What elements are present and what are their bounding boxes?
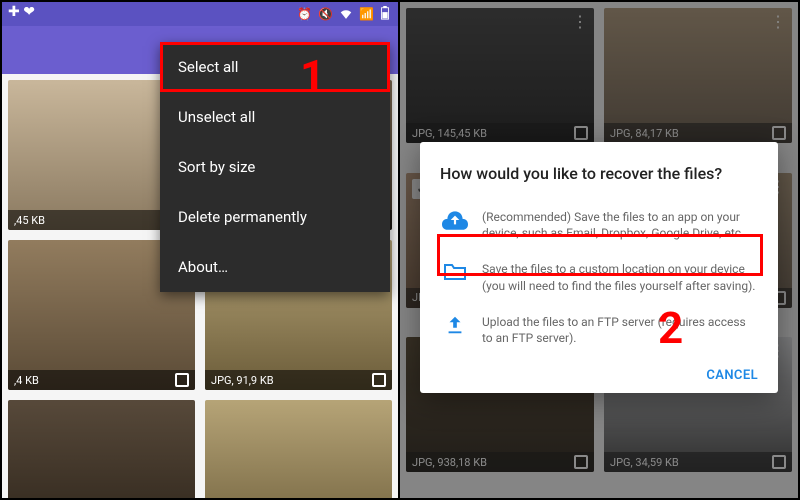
thumb-label: JPG, 91,9 KB xyxy=(211,374,274,387)
left-screenshot: ✚ ❤ ⏰ 🔇 📶 ⋮ ,45 KB ⋮ JPG, 128,06 xyxy=(2,2,400,498)
battery-icon xyxy=(380,6,390,23)
thumb-label: ,4 KB xyxy=(14,374,39,387)
mute-icon: 🔇 xyxy=(318,7,333,21)
right-screenshot: ⋮ JPG, 145,45 KB ⋮ JPG, 84,17 KB ✓ ⋮ JPG… xyxy=(400,2,798,498)
signal-icon: 📶 xyxy=(359,7,374,21)
statusbar-left-icons: ✚ ❤ xyxy=(8,4,35,20)
expand-icon[interactable] xyxy=(175,373,189,387)
wifi-icon xyxy=(339,7,353,22)
status-bar: ✚ ❤ ⏰ 🔇 📶 xyxy=(2,2,398,26)
dialog-title: How would you like to recover the files? xyxy=(440,164,758,183)
cloud-upload-icon xyxy=(442,209,468,231)
alarm-icon: ⏰ xyxy=(297,7,312,21)
menu-item-sort-by-size[interactable]: Sort by size xyxy=(160,142,390,192)
annotation-number-1: 1 xyxy=(300,50,325,102)
expand-icon[interactable] xyxy=(372,373,386,387)
option-upload-ftp[interactable]: Upload the files to an FTP server (requi… xyxy=(440,304,758,356)
cancel-button[interactable]: CANCEL xyxy=(706,368,758,383)
menu-item-unselect-all[interactable]: Unselect all xyxy=(160,92,390,142)
thumb-label: ,45 KB xyxy=(14,214,45,227)
photo-thumb[interactable] xyxy=(8,400,195,498)
menu-item-delete-permanently[interactable]: Delete permanently xyxy=(160,192,390,242)
annotation-highlight-box xyxy=(437,234,763,276)
photo-thumb[interactable] xyxy=(205,400,392,498)
annotation-number-2: 2 xyxy=(658,302,683,354)
upload-icon xyxy=(442,314,468,336)
menu-item-select-all[interactable]: Select all xyxy=(160,42,390,92)
menu-item-about[interactable]: About… xyxy=(160,242,390,292)
context-menu: Select all Unselect all Sort by size Del… xyxy=(160,42,390,292)
option-text: Upload the files to an FTP server (requi… xyxy=(482,314,756,346)
